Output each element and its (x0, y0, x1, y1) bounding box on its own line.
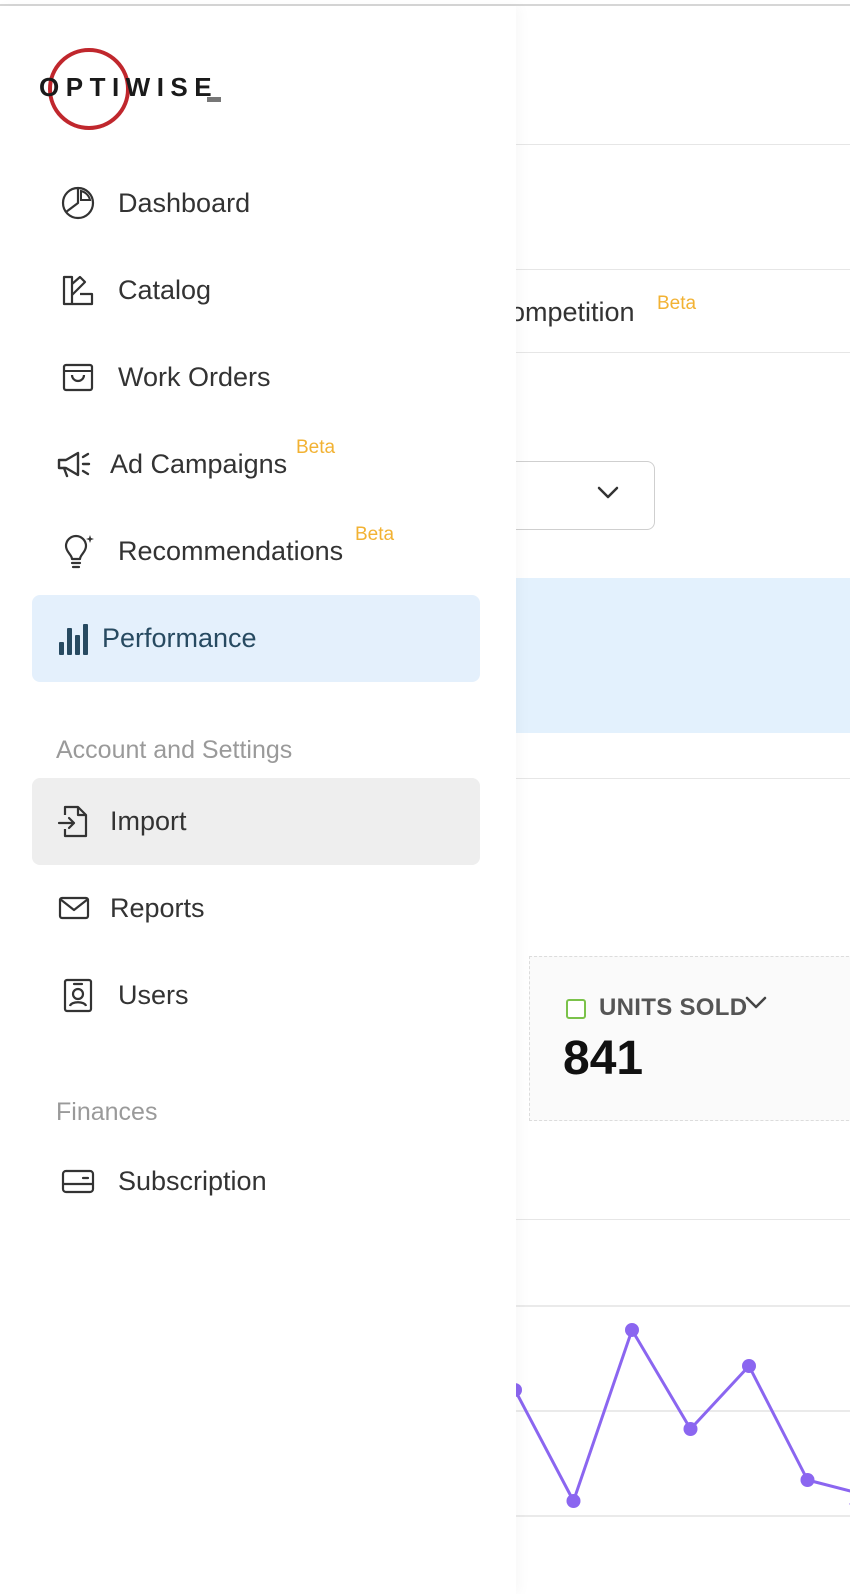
section-title-finances: Finances (56, 1098, 158, 1126)
info-banner (516, 578, 850, 733)
mail-icon (58, 896, 90, 920)
beta-badge: Beta (296, 437, 336, 458)
user-badge-icon (63, 978, 93, 1013)
file-import-icon (57, 805, 88, 838)
shopping-bag-icon (62, 363, 94, 392)
section-title-account: Account and Settings (56, 736, 293, 764)
sidebar-item-import[interactable]: Import (32, 778, 480, 865)
tab-beta-badge: Beta (657, 293, 697, 314)
lightbulb-icon (64, 534, 94, 569)
sidebar-item-performance[interactable]: Performance (32, 595, 480, 682)
sidebar-item-label: Ad Campaigns (110, 449, 288, 479)
divider (516, 269, 850, 270)
metric-checkbox[interactable] (566, 999, 586, 1019)
divider (516, 144, 850, 145)
page: ompetition Beta UNITS SOLD 841 OPTIWISE (0, 0, 850, 1594)
metric-card-units-sold[interactable]: UNITS SOLD 841 (529, 956, 850, 1121)
logo-text: OPTIWISE (39, 72, 219, 102)
sidebar-item-users[interactable]: Users (32, 952, 480, 1039)
chart-point[interactable] (625, 1323, 639, 1337)
tab-competition[interactable]: ompetition (510, 297, 635, 328)
metric-label: UNITS SOLD (599, 994, 748, 1021)
sidebar-item-work-orders[interactable]: Work Orders (32, 334, 480, 421)
chart-series-line (516, 1328, 850, 1505)
pie-chart-icon (61, 186, 95, 220)
line-chart (516, 1296, 850, 1588)
chevron-down-icon[interactable] (744, 995, 768, 1011)
divider (516, 352, 850, 353)
bar-chart-icon (59, 624, 88, 655)
sidebar-item-label: Subscription (118, 1166, 267, 1196)
chevron-down-icon (597, 486, 619, 499)
sidebar-item-label: Recommendations (118, 536, 344, 566)
beta-badge: Beta (355, 524, 395, 545)
sidebar: OPTIWISE Dashboard Catalog Work Orders A… (0, 6, 516, 1594)
megaphone-icon (57, 451, 91, 478)
chart-point[interactable] (683, 1422, 698, 1436)
sidebar-item-dashboard[interactable]: Dashboard (32, 160, 480, 247)
credit-card-icon (61, 1169, 95, 1194)
sidebar-item-ad-campaigns[interactable]: Ad Campaigns Beta (32, 421, 480, 508)
sidebar-item-recommendations[interactable]: Recommendations Beta (32, 508, 480, 595)
sidebar-item-label: Import (110, 806, 187, 836)
sidebar-item-subscription[interactable]: Subscription (32, 1138, 480, 1225)
chart-point[interactable] (516, 1383, 522, 1397)
sidebar-item-catalog[interactable]: Catalog (32, 247, 480, 334)
chart-point[interactable] (566, 1494, 581, 1508)
sidebar-item-label: Dashboard (118, 188, 251, 218)
chart-point[interactable] (800, 1473, 815, 1487)
sidebar-item-label: Work Orders (118, 362, 271, 392)
metric-value: 841 (563, 1032, 644, 1085)
chart-point[interactable] (742, 1359, 756, 1373)
divider (516, 778, 850, 779)
catalog-icon (62, 275, 94, 306)
sidebar-item-label: Reports (110, 893, 205, 923)
sidebar-item-reports[interactable]: Reports (32, 865, 480, 952)
logo[interactable]: OPTIWISE (36, 42, 236, 132)
logo-mark (207, 97, 221, 102)
sidebar-item-label: Performance (102, 623, 257, 653)
sidebar-item-label: Users (118, 980, 189, 1010)
sidebar-item-label: Catalog (118, 275, 212, 305)
chart-svg (516, 1305, 850, 1517)
divider (516, 1219, 850, 1220)
